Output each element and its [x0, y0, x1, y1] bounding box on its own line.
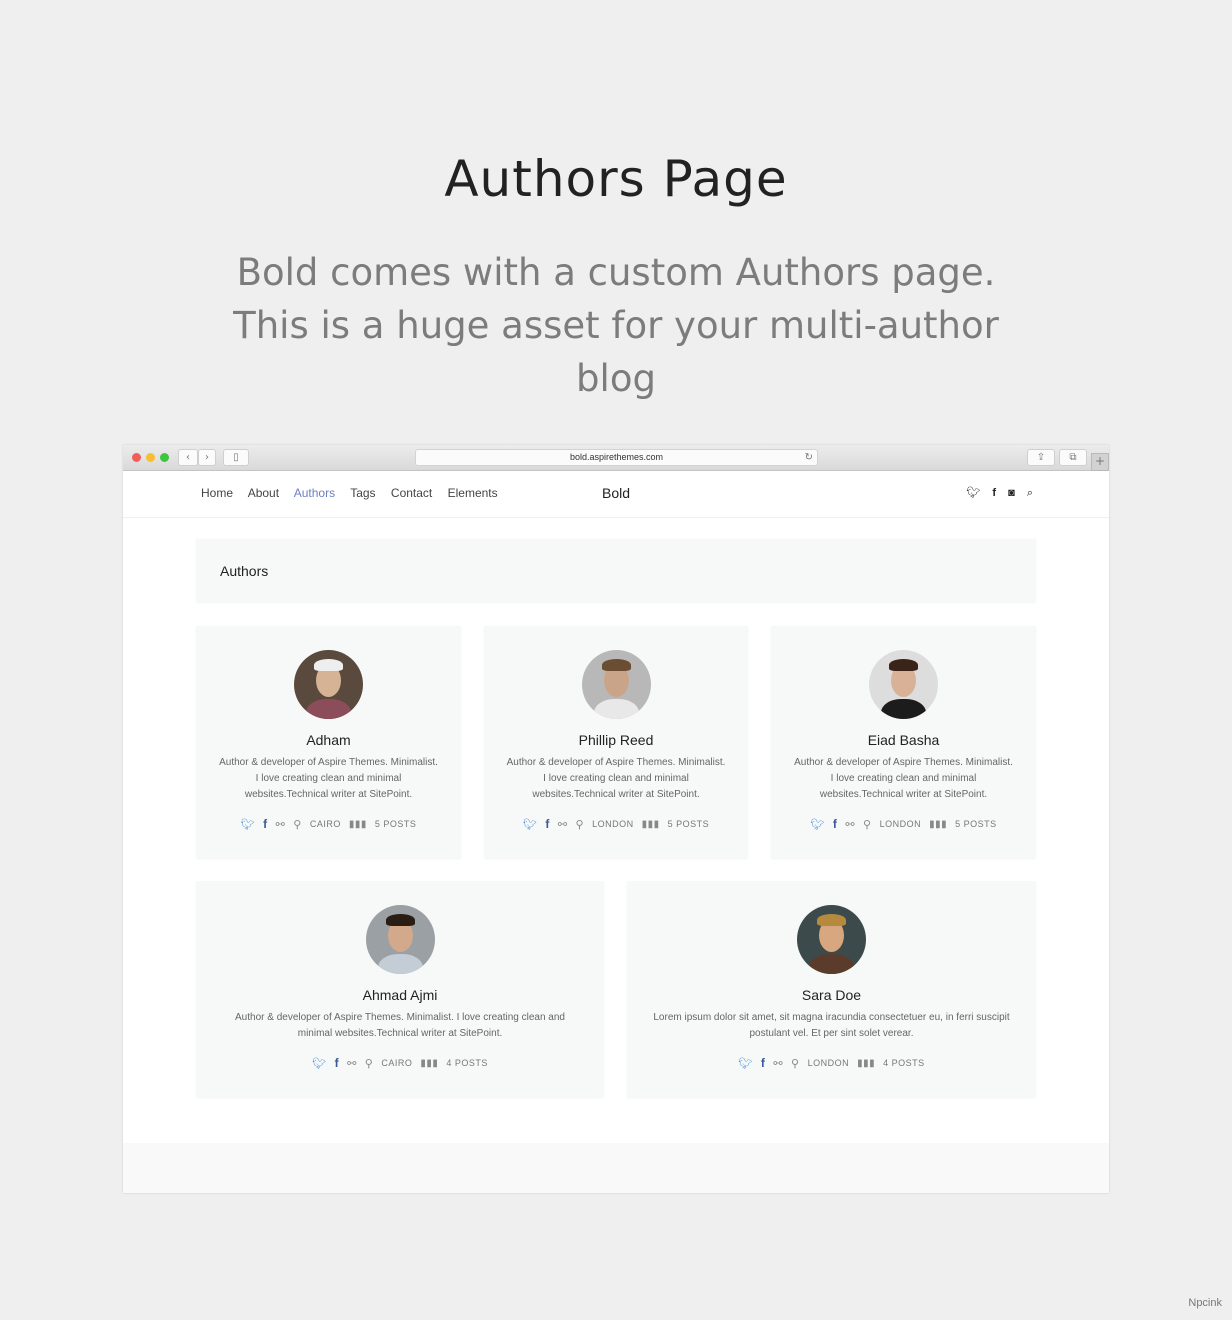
avatar[interactable]	[869, 650, 938, 719]
author-posts[interactable]: 4 POSTS	[446, 1058, 488, 1068]
twitter-icon[interactable]: 🐦︎	[523, 818, 537, 831]
author-posts[interactable]: 5 POSTS	[668, 819, 710, 829]
maximize-window-button[interactable]	[160, 453, 169, 462]
close-window-button[interactable]	[132, 453, 141, 462]
authors-header: Authors	[196, 539, 1036, 603]
location-pin-icon: ⚲	[791, 1057, 800, 1070]
posts-chart-icon: ▮▮▮	[857, 1057, 876, 1069]
author-meta: 🐦︎ f ⚯ ⚲ CAIRO ▮▮▮ 5 POSTS	[196, 817, 461, 831]
watermark: Npcink	[1188, 1297, 1222, 1309]
twitter-icon[interactable]: 🐦︎	[241, 818, 255, 831]
author-card[interactable]: Ahmad Ajmi Author & developer of Aspire …	[196, 881, 604, 1097]
facebook-icon[interactable]: f	[761, 1056, 766, 1070]
facebook-icon[interactable]: f	[335, 1056, 340, 1070]
author-card[interactable]: Adham Author & developer of Aspire Theme…	[196, 626, 461, 858]
author-name[interactable]: Eiad Basha	[771, 732, 1036, 748]
author-bio: Author & developer of Aspire Themes. Min…	[219, 757, 438, 800]
avatar[interactable]	[294, 650, 363, 719]
address-bar[interactable]: bold.aspirethemes.com ↻	[415, 449, 818, 466]
page-title: Authors	[220, 563, 269, 579]
posts-chart-icon: ▮▮▮	[348, 818, 367, 830]
author-posts[interactable]: 5 POSTS	[955, 819, 997, 829]
author-meta: 🐦︎ f ⚯ ⚲ LONDON ▮▮▮ 4 POSTS	[627, 1056, 1036, 1070]
author-card[interactable]: Eiad Basha Author & developer of Aspire …	[771, 626, 1036, 858]
link-icon[interactable]: ⚯	[773, 1057, 783, 1070]
avatar[interactable]	[797, 905, 866, 974]
twitter-icon[interactable]: 🐦︎	[738, 1057, 752, 1070]
facebook-icon[interactable]: f	[833, 817, 838, 831]
twitter-icon[interactable]: 🐦︎	[810, 818, 824, 831]
location-pin-icon: ⚲	[863, 818, 872, 831]
author-posts[interactable]: 4 POSTS	[883, 1058, 925, 1068]
author-card[interactable]: Sara Doe Lorem ipsum dolor sit amet, sit…	[627, 881, 1036, 1097]
instagram-icon[interactable]: ◙	[1008, 487, 1015, 499]
avatar[interactable]	[365, 905, 435, 974]
back-icon[interactable]: ‹	[178, 449, 198, 466]
posts-chart-icon: ▮▮▮	[929, 818, 948, 830]
browser-window: ‹ › ▯ bold.aspirethemes.com ↻ ⇪ ⧉ + Home…	[123, 445, 1109, 1193]
forward-icon[interactable]: ›	[198, 449, 216, 466]
link-icon[interactable]: ⚯	[347, 1057, 357, 1070]
link-icon[interactable]: ⚯	[845, 818, 855, 831]
author-name[interactable]: Adham	[196, 732, 461, 748]
link-icon[interactable]: ⚯	[276, 818, 286, 831]
url-text: bold.aspirethemes.com	[569, 452, 664, 462]
link-icon[interactable]: ⚯	[558, 818, 568, 831]
location-pin-icon: ⚲	[364, 1057, 374, 1070]
sidebar-toggle-icon[interactable]: ▯	[223, 449, 249, 466]
author-meta: 🐦︎ f ⚯ ⚲ CAIRO ▮▮▮ 4 POSTS	[196, 1056, 604, 1070]
author-location: LONDON	[592, 819, 634, 829]
tabs-icon[interactable]: ⧉	[1059, 449, 1087, 466]
author-bio: Author & developer of Aspire Themes. Min…	[794, 757, 1013, 800]
author-name[interactable]: Sara Doe	[627, 987, 1036, 1003]
hero-title: Authors Page	[444, 150, 788, 208]
location-pin-icon: ⚲	[575, 818, 585, 831]
author-location: CAIRO	[309, 819, 341, 829]
new-tab-button[interactable]: +	[1091, 453, 1109, 471]
author-location: LONDON	[879, 819, 922, 829]
author-meta: 🐦︎ f ⚯ ⚲ LONDON ▮▮▮ 5 POSTS	[771, 817, 1036, 831]
posts-chart-icon: ▮▮▮	[420, 1057, 439, 1069]
search-icon[interactable]: ⌕	[1027, 487, 1033, 500]
browser-toolbar: ‹ › ▯ bold.aspirethemes.com ↻ ⇪ ⧉ +	[123, 445, 1109, 471]
author-card[interactable]: Phillip Reed Author & developer of Aspir…	[484, 626, 748, 858]
reload-icon[interactable]: ↻	[805, 450, 813, 465]
location-pin-icon: ⚲	[293, 818, 302, 831]
author-bio: Author & developer of Aspire Themes. Min…	[506, 757, 726, 800]
author-location: LONDON	[807, 1058, 850, 1068]
facebook-icon[interactable]: f	[545, 817, 550, 831]
posts-chart-icon: ▮▮▮	[641, 818, 660, 830]
facebook-icon[interactable]: f	[263, 817, 268, 831]
author-posts[interactable]: 5 POSTS	[375, 819, 417, 829]
avatar[interactable]	[581, 650, 651, 719]
author-meta: 🐦︎ f ⚯ ⚲ LONDON ▮▮▮ 5 POSTS	[484, 817, 748, 831]
author-name[interactable]: Ahmad Ajmi	[196, 987, 604, 1003]
author-bio: Author & developer of Aspire Themes. Min…	[235, 1012, 565, 1039]
nav-social: 🐦︎ f ◙ ⌕	[957, 486, 1033, 500]
author-name[interactable]: Phillip Reed	[484, 732, 748, 748]
footer-strip	[123, 1143, 1109, 1193]
hero-subtitle: Bold comes with a custom Authors page. T…	[233, 251, 999, 400]
author-location: CAIRO	[381, 1058, 413, 1068]
twitter-icon[interactable]: 🐦︎	[966, 486, 980, 499]
minimize-window-button[interactable]	[146, 453, 155, 462]
facebook-icon[interactable]: f	[992, 487, 996, 499]
twitter-icon[interactable]: 🐦︎	[312, 1057, 326, 1070]
share-icon[interactable]: ⇪	[1027, 449, 1055, 466]
site-navbar: Home About Authors Tags Contact Elements…	[123, 471, 1109, 518]
author-bio: Lorem ipsum dolor sit amet, sit magna ir…	[653, 1012, 1010, 1039]
